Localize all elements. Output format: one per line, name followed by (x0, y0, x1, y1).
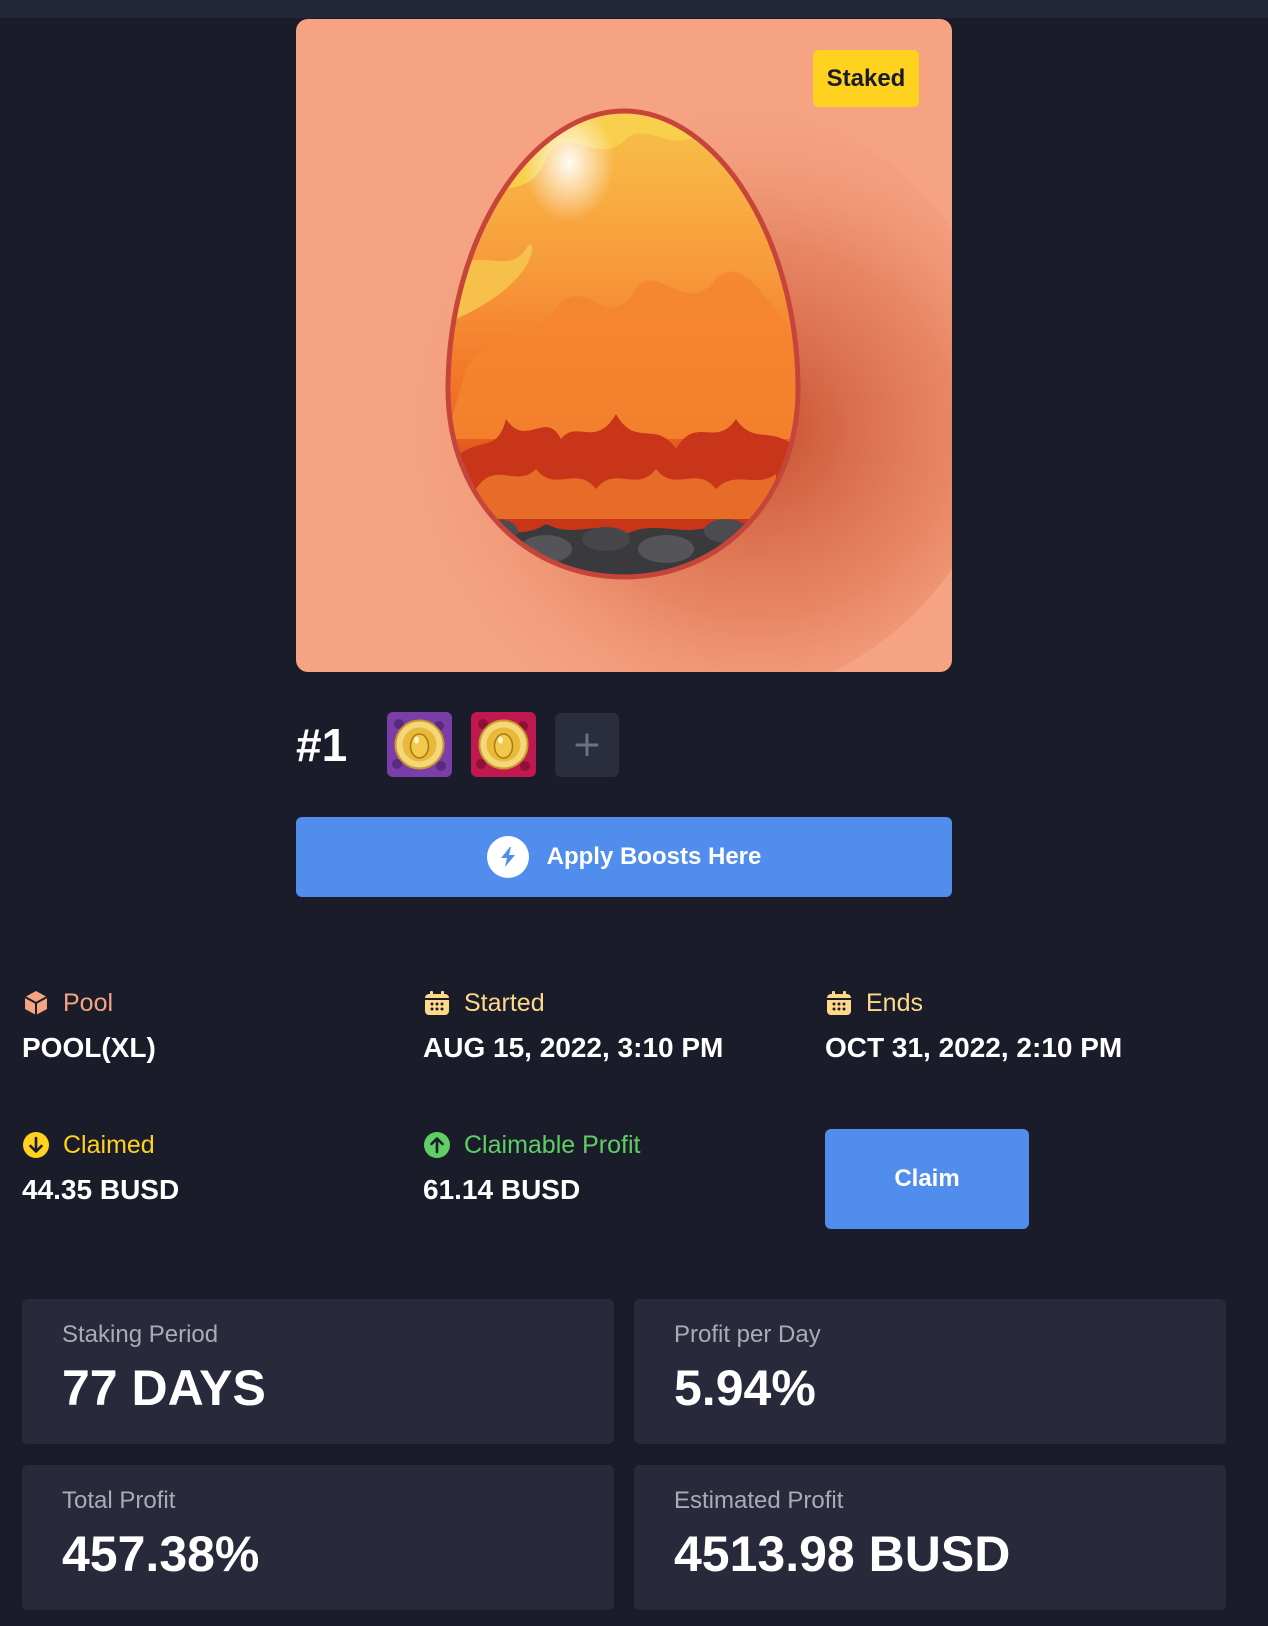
claimed-label: Claimed (63, 1130, 155, 1159)
pool-value: POOL(XL) (22, 1032, 156, 1063)
staking-period-card: Staking Period 77 DAYS (22, 1299, 614, 1444)
total-profit-label: Total Profit (62, 1487, 176, 1514)
arrow-up-circle-icon (423, 1131, 451, 1159)
nft-artwork-card[interactable]: Staked (296, 19, 952, 672)
started-label: Started (464, 988, 545, 1017)
nft-id-row: #1 + (296, 712, 619, 777)
total-profit-value: 457.38% (62, 1526, 260, 1582)
calendar-icon (825, 989, 853, 1017)
boost-tile-purple[interactable] (387, 712, 452, 777)
apply-boosts-label: Apply Boosts Here (546, 843, 762, 870)
apply-boosts-button[interactable]: Apply Boosts Here (296, 817, 952, 897)
pool-info: Pool POOL(XL) (22, 988, 156, 1064)
claimed-info: Claimed 44.35 BUSD (22, 1130, 179, 1206)
claimable-profit-value: 61.14 BUSD (423, 1174, 581, 1205)
add-boost-button[interactable]: + (555, 712, 619, 777)
nft-id: #1 (296, 718, 348, 771)
plus-icon: + (571, 724, 603, 765)
arrow-down-circle-icon (22, 1131, 50, 1159)
estimated-profit-card: Estimated Profit 4513.98 BUSD (634, 1465, 1226, 1610)
boost-egg-icon (471, 712, 536, 777)
top-bar (0, 0, 1268, 18)
boost-tile-red[interactable] (471, 712, 536, 777)
staked-badge: Staked (813, 50, 919, 107)
profit-per-day-value: 5.94% (674, 1360, 816, 1416)
cube-icon (22, 989, 50, 1017)
claimed-value: 44.35 BUSD (22, 1174, 180, 1205)
profit-per-day-label: Profit per Day (674, 1321, 821, 1348)
boost-egg-icon (387, 712, 452, 777)
claimable-profit-label: Claimable Profit (464, 1130, 641, 1159)
ends-info: Ends OCT 31, 2022, 2:10 PM (825, 988, 1122, 1064)
total-profit-card: Total Profit 457.38% (22, 1465, 614, 1610)
fire-egg-image (346, 89, 952, 672)
claimable-profit-info: Claimable Profit 61.14 BUSD (423, 1130, 640, 1206)
staking-period-label: Staking Period (62, 1321, 219, 1348)
profit-per-day-card: Profit per Day 5.94% (634, 1299, 1226, 1444)
staking-period-value: 77 DAYS (62, 1360, 266, 1416)
ends-label: Ends (866, 988, 923, 1017)
lightning-bolt-icon (486, 836, 529, 878)
ends-value: OCT 31, 2022, 2:10 PM (825, 1032, 1123, 1063)
estimated-profit-label: Estimated Profit (674, 1487, 844, 1514)
pool-label: Pool (63, 988, 114, 1017)
started-info: Started AUG 15, 2022, 3:10 PM (423, 988, 723, 1064)
calendar-icon (423, 989, 451, 1017)
started-value: AUG 15, 2022, 3:10 PM (423, 1032, 724, 1063)
estimated-profit-value: 4513.98 BUSD (674, 1526, 1011, 1582)
claim-button[interactable]: Claim (825, 1129, 1029, 1229)
